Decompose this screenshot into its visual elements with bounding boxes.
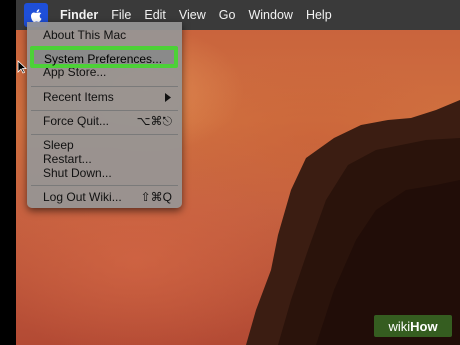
wikihow-watermark: wiki How (374, 315, 452, 337)
log-out-shortcut: ⇧⌘Q (140, 190, 172, 204)
menu-separator (31, 134, 178, 135)
log-out-label: Log Out Wiki... (43, 190, 122, 204)
apple-icon (30, 8, 41, 22)
menu-finder[interactable]: Finder (60, 8, 98, 22)
menu-separator (31, 110, 178, 111)
mouse-cursor-icon (17, 60, 27, 74)
force-quit-label: Force Quit... (43, 114, 110, 128)
system-preferences-label: System Preferences... (44, 52, 163, 66)
recent-items-label: Recent Items (43, 90, 114, 104)
menu-edit[interactable]: Edit (144, 8, 166, 22)
watermark-suffix: How (410, 318, 438, 334)
menu-item-recent-items[interactable]: Recent Items (43, 90, 172, 105)
menu-file[interactable]: File (111, 8, 131, 22)
screen-edge (0, 0, 16, 345)
submenu-arrow-icon (165, 93, 171, 102)
menu-item-restart[interactable]: Restart... (43, 152, 172, 167)
menu-item-force-quit[interactable]: Force Quit... ⌥⌘⎋ (43, 114, 172, 129)
menu-window[interactable]: Window (248, 8, 292, 22)
menu-view[interactable]: View (179, 8, 206, 22)
force-quit-shortcut: ⌥⌘⎋ (136, 114, 172, 128)
menu-go[interactable]: Go (219, 8, 236, 22)
menu-item-sleep[interactable]: Sleep (43, 138, 172, 153)
menu-separator (31, 185, 178, 186)
menu-item-about-this-mac[interactable]: About This Mac (43, 28, 172, 43)
menu-separator (31, 86, 178, 87)
menu-item-shut-down[interactable]: Shut Down... (43, 166, 172, 181)
menu-help[interactable]: Help (306, 8, 332, 22)
menu-item-log-out[interactable]: Log Out Wiki... ⇧⌘Q (43, 190, 172, 205)
watermark-prefix: wiki (388, 318, 411, 334)
menu-item-system-preferences[interactable]: System Preferences... (30, 46, 178, 68)
